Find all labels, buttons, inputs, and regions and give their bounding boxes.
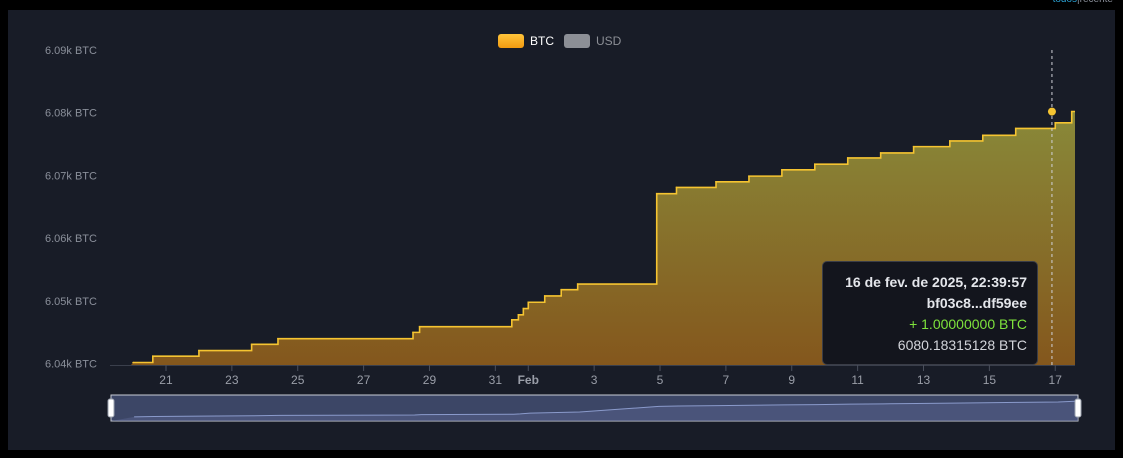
data-point	[879, 152, 882, 154]
data-point	[560, 288, 563, 291]
legend-item-btc[interactable]: BTC	[498, 34, 554, 48]
data-point	[418, 325, 421, 328]
data-point	[1014, 127, 1017, 130]
x-tick-label: 15	[983, 373, 997, 387]
y-axis: 6.04k BTC 6.05k BTC 6.06k BTC 6.07k BTC 6.08…	[45, 45, 97, 371]
navigator-handle-left[interactable]	[107, 398, 115, 418]
data-point	[152, 355, 154, 358]
range-navigator[interactable]	[107, 394, 1082, 422]
data-point	[655, 192, 658, 195]
x-tick-label: 29	[423, 373, 437, 387]
x-tick-label: 7	[723, 373, 730, 387]
x-tick-label: 17	[1049, 373, 1063, 387]
legend-swatch-usd	[564, 34, 590, 48]
legend-label-usd: USD	[596, 34, 622, 48]
y-tick-label: 6.06k BTC	[45, 233, 97, 245]
x-tick-label: 3	[591, 373, 598, 387]
tooltip-date: 16 de fev. de 2025, 22:39:57	[845, 274, 1027, 290]
tooltip-transaction: bf03c8...df59ee	[926, 295, 1027, 311]
data-point	[912, 145, 915, 148]
y-tick-label: 6.07k BTC	[45, 170, 97, 182]
x-tick-label: 9	[788, 373, 795, 387]
data-point	[814, 163, 816, 166]
data-point	[277, 337, 279, 340]
x-tick-label: 11	[851, 373, 864, 387]
tooltip-change: + 1.00000000 BTC	[909, 316, 1027, 332]
chart-legend: BTC USD	[498, 34, 621, 48]
data-point	[412, 331, 414, 334]
data-point	[576, 283, 579, 285]
data-point	[715, 180, 717, 183]
y-tick-label: 6.09k BTC	[45, 45, 97, 57]
x-tick-label: 23	[225, 373, 239, 387]
data-point	[981, 134, 984, 137]
legend-label-btc: BTC	[530, 34, 554, 48]
x-tick-label: 27	[357, 373, 371, 387]
data-point	[198, 349, 200, 352]
x-tick-label: 21	[159, 373, 173, 387]
data-point	[1054, 121, 1057, 124]
data-point	[675, 186, 678, 189]
y-tick-label: 6.05k BTC	[45, 296, 97, 308]
x-tick-label: 13	[917, 373, 931, 387]
data-point	[781, 169, 783, 171]
data-point	[748, 175, 750, 177]
data-point	[132, 361, 134, 364]
legend-swatch-btc	[498, 34, 524, 48]
x-tick-label: 5	[657, 373, 664, 387]
data-point	[527, 301, 530, 304]
data-point	[250, 343, 253, 346]
legend-item-usd[interactable]: USD	[564, 34, 621, 48]
y-tick-label: 6.04k BTC	[45, 359, 97, 371]
data-point	[517, 314, 520, 316]
x-axis: 21 23 25 27 29 31 Feb 3 5 7 9 11 13 15 17	[110, 365, 1075, 387]
balance-chart: 6.04k BTC 6.05k BTC 6.06k BTC 6.07k BTC 6.08…	[45, 45, 1082, 422]
data-point	[543, 295, 546, 297]
x-tick-label: Feb	[518, 373, 539, 387]
y-tick-label: 6.08k BTC	[45, 108, 97, 120]
data-point	[522, 307, 525, 310]
x-tick-label: 31	[489, 373, 503, 387]
data-point	[949, 140, 951, 142]
highlight-point	[1047, 107, 1056, 116]
tooltip-balance: 6080.18315128 BTC	[897, 337, 1027, 353]
navigator-handle-right[interactable]	[1074, 398, 1082, 418]
data-point	[511, 319, 513, 321]
data-tooltip: 16 de fev. de 2025, 22:39:57 bf03c8...df…	[822, 261, 1038, 365]
x-tick-label: 25	[291, 373, 305, 387]
data-point	[846, 157, 849, 159]
